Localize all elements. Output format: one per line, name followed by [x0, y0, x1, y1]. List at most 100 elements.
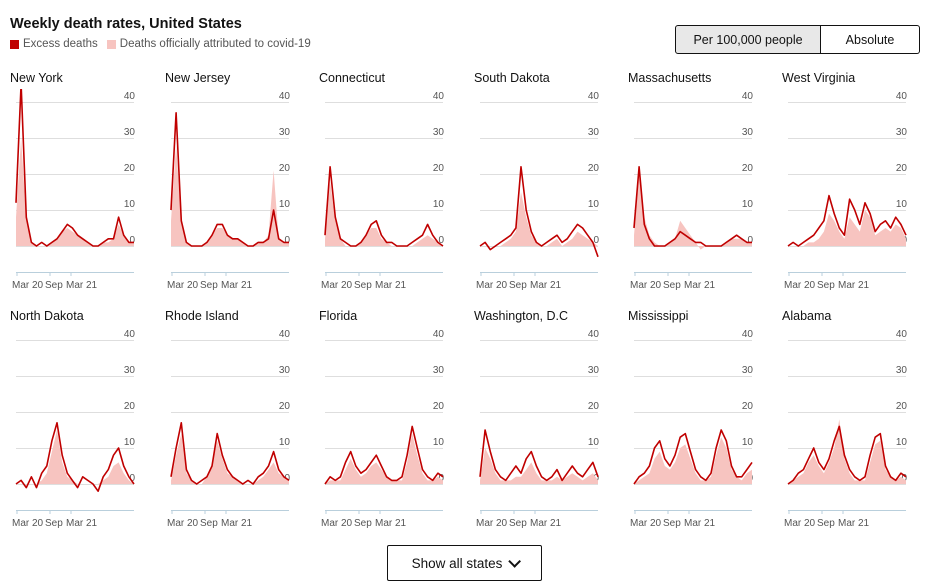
x-tick-label: Sep	[354, 280, 372, 291]
y-tick-label: 30	[896, 365, 908, 376]
y-tick-label: 10	[124, 199, 136, 210]
y-tick-label: 20	[742, 163, 754, 174]
show-all-states-button[interactable]: Show all states	[387, 545, 542, 581]
state-panel: Connecticut 0 10 20 30 40 Mar 20 Sep Mar 21	[319, 71, 469, 309]
legend-item-official: Deaths officially attributed to covid-19	[106, 38, 311, 50]
x-tick-label: Mar 21	[530, 280, 562, 291]
x-tick-label: Mar 21	[375, 280, 407, 291]
y-tick-label: 30	[433, 127, 445, 138]
x-tick-label: Sep	[817, 280, 835, 291]
show-all-states-label: Show all states	[411, 555, 503, 571]
x-tick-label: Mar 21	[530, 518, 562, 529]
y-tick-label: 30	[588, 365, 600, 376]
legend-label-official: Deaths officially attributed to covid-19	[119, 38, 311, 50]
state-chart: 010203040Mar 20SepMar 21	[630, 91, 754, 291]
y-tick-label: 10	[124, 437, 136, 448]
y-tick-label: 30	[433, 365, 445, 376]
y-tick-label: 30	[742, 365, 754, 376]
y-tick-label: 10	[279, 199, 291, 210]
legend-swatch-official	[106, 39, 116, 49]
y-tick-label: 10	[588, 437, 600, 448]
x-tick-label: Sep	[663, 280, 681, 291]
y-tick-label: 40	[124, 91, 136, 102]
x-tick-label: Mar 21	[838, 518, 870, 529]
y-tick-label: 10	[896, 199, 908, 210]
state-chart: 010203040Mar 20SepMar 21	[167, 91, 291, 291]
x-tick-label: Mar 20	[12, 280, 44, 291]
y-tick-label: 20	[124, 163, 136, 174]
legend-swatch-excess	[10, 39, 19, 49]
state-name: West Virginia	[782, 71, 856, 85]
x-tick-label: Sep	[45, 280, 63, 291]
x-tick-label: Sep	[817, 518, 835, 529]
y-tick-label: 40	[279, 329, 291, 340]
state-panel: Florida 0 10 20 30 40 Mar 20 Sep Mar 21	[319, 309, 469, 547]
x-tick-label: Mar 20	[784, 280, 816, 291]
x-tick-label: Mar 20	[167, 280, 199, 291]
y-tick-label: 20	[896, 401, 908, 412]
y-tick-label: 40	[588, 91, 600, 102]
x-tick-label: Mar 20	[12, 518, 44, 529]
state-panel: New Jersey 0 10 20 30 40 Mar 20 Sep Mar 21	[165, 71, 315, 309]
official-deaths-area	[480, 448, 598, 484]
x-tick-label: Mar 20	[167, 518, 199, 529]
official-deaths-area	[16, 430, 134, 484]
state-name: Alabama	[782, 309, 832, 323]
y-tick-label: 20	[433, 163, 445, 174]
legend-item-excess: Excess deaths	[10, 38, 98, 50]
x-tick-label: Sep	[200, 518, 218, 529]
x-tick-label: Sep	[45, 518, 63, 529]
state-chart: 010203040Mar 20SepMar 21	[476, 91, 600, 291]
y-tick-label: 10	[588, 199, 600, 210]
state-panel: Washington, D.C010203040Mar 20SepMar 21	[474, 309, 624, 547]
state-chart: 010203040Mar 20SepMar 21	[630, 329, 754, 529]
state-chart: 010203040Mar 20SepMar 21	[12, 89, 136, 291]
x-tick-label: Mar 21	[221, 518, 253, 529]
x-tick-label: Mar 20	[476, 518, 508, 529]
y-tick-label: 40	[433, 91, 445, 102]
x-tick-label: Mar 20	[630, 518, 662, 529]
x-tick-label: Mar 21	[838, 280, 870, 291]
y-tick-label: 40	[742, 91, 754, 102]
x-tick-label: Sep	[200, 280, 218, 291]
state-name: Washington, D.C	[474, 309, 569, 323]
state-panel: Mississippi010203040Mar 20SepMar 21	[628, 309, 778, 547]
per-100k-button[interactable]: Per 100,000 people	[675, 25, 821, 54]
state-name: Massachusetts	[628, 71, 712, 85]
state-chart: 010203040Mar 20SepMar 21	[784, 91, 908, 291]
state-name: North Dakota	[10, 309, 84, 323]
y-tick-label: 20	[279, 163, 291, 174]
official-deaths-area	[325, 181, 443, 246]
state-chart: 010203040Mar 20SepMar 21	[12, 329, 136, 529]
state-name: Florida	[319, 309, 358, 323]
x-tick-label: Mar 21	[684, 280, 716, 291]
y-tick-label: 10	[279, 437, 291, 448]
y-tick-label: 30	[742, 127, 754, 138]
state-chart: 010203040Mar 20SepMar 21	[321, 91, 445, 291]
x-tick-label: Mar 21	[221, 280, 253, 291]
official-deaths-area	[325, 433, 443, 484]
excess-deaths-line	[324, 166, 444, 247]
y-tick-label: 10	[742, 437, 754, 448]
y-tick-label: 30	[279, 127, 291, 138]
official-deaths-area	[171, 145, 289, 246]
y-tick-label: 40	[433, 329, 445, 340]
x-tick-label: Sep	[663, 518, 681, 529]
state-panel: Massachusetts 0 10 20 30 40 Mar 20 Sep Mar 21	[628, 71, 778, 309]
state-panel: Rhode Island 0 10 20 30 40 Mar 20 Sep Mar 21	[165, 309, 315, 547]
state-chart: 010203040Mar 20SepMar 21	[476, 329, 600, 529]
y-tick-label: 40	[588, 329, 600, 340]
state-panel: Alabama 0 10 20 30 40 Mar 20 Sep Mar 21	[782, 309, 928, 547]
y-tick-label: 30	[279, 365, 291, 376]
x-tick-label: Mar 20	[321, 518, 353, 529]
excess-deaths-line	[170, 112, 289, 247]
unit-toggle: Per 100,000 people Absolute	[675, 25, 920, 54]
chevron-down-icon	[508, 554, 522, 568]
absolute-button[interactable]: Absolute	[821, 25, 920, 54]
y-tick-label: 20	[588, 401, 600, 412]
y-tick-label: 20	[742, 401, 754, 412]
y-tick-label: 10	[433, 199, 445, 210]
legend: Excess deaths Deaths officially attribut…	[10, 38, 320, 50]
state-name: New York	[10, 71, 63, 85]
state-chart: 010203040Mar 20SepMar 21	[784, 329, 908, 529]
